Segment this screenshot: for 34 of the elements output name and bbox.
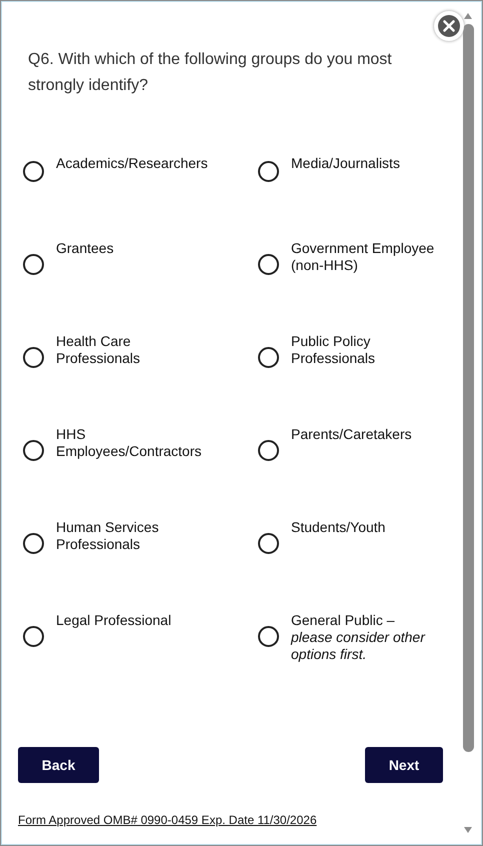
option-note: please consider other options first. [291,629,426,663]
back-button[interactable]: Back [18,747,99,783]
option-label: Academics/Researchers [56,155,209,172]
radio-button[interactable] [258,626,279,647]
option-label: Government Employee (non-HHS) [291,240,436,274]
option-label: Human Services Professionals [56,519,160,553]
form-approval-link[interactable]: Form Approved OMB# 0990-0459 Exp. Date 11/30/2026 [18,813,317,827]
radio-button[interactable] [258,347,279,368]
radio-button[interactable] [23,347,44,368]
radio-button[interactable] [23,440,44,461]
radio-button[interactable] [23,626,44,647]
next-button[interactable]: Next [365,747,443,783]
option-label: Legal Professional [56,612,172,629]
scrollbar-thumb[interactable] [462,24,474,752]
close-button[interactable] [434,11,464,41]
option-label: Students/Youth [291,519,386,536]
option-label: HHS Employees/Contractors [56,426,203,460]
scroll-up-icon[interactable] [463,12,473,20]
option-label: General Public – [291,612,396,629]
option-label: Health Care Professionals [56,333,142,367]
radio-button[interactable] [23,161,44,182]
option-label: Grantees [56,240,115,257]
radio-button[interactable] [23,254,44,275]
radio-button[interactable] [258,533,279,554]
radio-button[interactable] [258,440,279,461]
radio-button[interactable] [258,161,279,182]
option-label: Media/Journalists [291,155,401,172]
option-label: Parents/Caretakers [291,426,413,443]
radio-button[interactable] [258,254,279,275]
question-text: Q6. With which of the following groups do you most strongly identify? [28,50,393,96]
radio-button[interactable] [23,533,44,554]
scroll-down-icon[interactable] [463,826,473,834]
close-icon [437,14,461,38]
option-label: Public Policy Professionals [291,333,376,367]
